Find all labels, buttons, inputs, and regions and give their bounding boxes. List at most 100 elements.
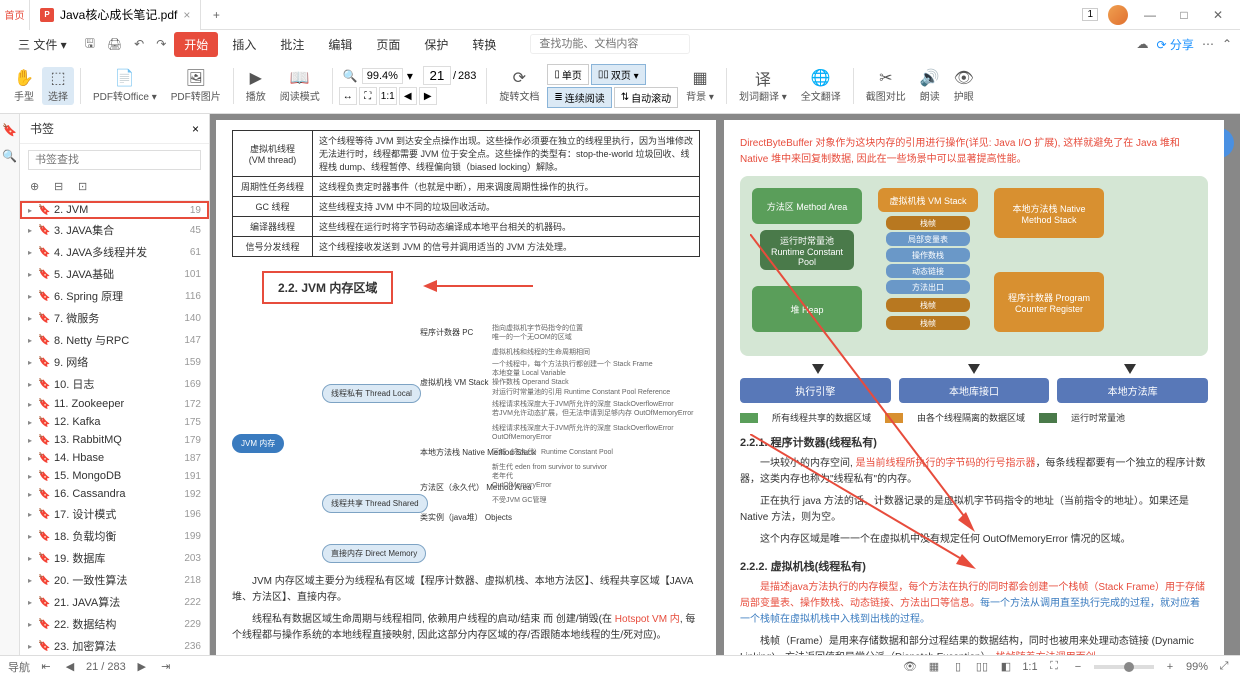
status-zoom-in-icon[interactable]: + — [1162, 659, 1178, 675]
menu-search-input[interactable] — [530, 34, 690, 54]
sidebar-close-icon[interactable]: × — [192, 122, 199, 136]
zoom-dropdown-icon[interactable]: ▾ — [407, 69, 413, 83]
zoom-slider[interactable] — [1094, 665, 1154, 669]
tool-hand[interactable]: ✋手型 — [8, 67, 40, 105]
menu-collapse-icon[interactable]: ⌃ — [1222, 37, 1232, 51]
tool-play[interactable]: ▶播放 — [240, 67, 272, 105]
bookmark-item[interactable]: ▸🔖15. MongoDB191 — [20, 467, 209, 485]
zoom-value[interactable]: 99.4% — [362, 68, 403, 84]
bookmark-item[interactable]: ▸🔖19. 数据库203 — [20, 547, 209, 569]
tool-read-aloud[interactable]: 🔊朗读 — [914, 67, 946, 105]
tool-translate-word[interactable]: 译划词翻译 ▾ — [733, 67, 793, 105]
minimize-button[interactable]: — — [1138, 3, 1162, 27]
tool-single-page[interactable]: ▯ 单页 — [547, 64, 589, 85]
bookmark-add-icon[interactable]: ⊕ — [30, 180, 46, 196]
bookmark-item[interactable]: ▸🔖3. JAVA集合45 — [20, 219, 209, 241]
menu-redo-icon[interactable]: ↷ — [152, 37, 170, 51]
status-prev-page-icon[interactable]: ◀ — [62, 659, 78, 675]
bookmark-item[interactable]: ▸🔖5. JAVA基础101 — [20, 263, 209, 285]
status-zoom-value[interactable]: 99% — [1186, 661, 1208, 673]
status-zoom-out-icon[interactable]: − — [1070, 659, 1086, 675]
file-tab[interactable]: P Java核心成长笔记.pdf × — [30, 0, 201, 30]
maximize-button[interactable]: □ — [1172, 3, 1196, 27]
bookmark-item[interactable]: ▸🔖8. Netty 与RPC147 — [20, 329, 209, 351]
tool-screenshot-compare[interactable]: ✂截图对比 — [860, 67, 912, 105]
bookmark-search-input[interactable] — [28, 150, 201, 170]
home-tab[interactable]: 首页 — [0, 0, 30, 30]
tool-eye-protect[interactable]: 👁护眼 — [948, 67, 980, 105]
bookmark-item[interactable]: ▸🔖18. 负载均衡199 — [20, 525, 209, 547]
bookmark-expand-icon[interactable]: ⊟ — [54, 180, 70, 196]
menu-print-icon[interactable]: 🖨 — [103, 37, 126, 51]
bookmark-item[interactable]: ▸🔖14. Hbase187 — [20, 449, 209, 467]
zoom-reset-icon[interactable]: 1:1 — [379, 87, 397, 105]
bookmark-page: 203 — [184, 553, 201, 564]
status-next-page-icon[interactable]: ▶ — [134, 659, 150, 675]
fit-page-icon[interactable]: ⛶ — [359, 87, 377, 105]
status-last-page-icon[interactable]: ⇥ — [158, 659, 174, 675]
bookmark-item[interactable]: ▸🔖22. 数据结构229 — [20, 613, 209, 635]
bookmark-item[interactable]: ▸🔖11. Zookeeper172 — [20, 395, 209, 413]
close-button[interactable]: ✕ — [1206, 3, 1230, 27]
tool-continuous[interactable]: ≣ 连续阅读 — [547, 87, 611, 108]
rail-bookmark-icon[interactable]: 🔖 — [2, 122, 18, 138]
tab-close-icon[interactable]: × — [183, 8, 190, 22]
tool-rotate[interactable]: ⟳旋转文档 — [493, 67, 545, 105]
new-tab-button[interactable]: + — [201, 8, 231, 22]
menu-annotate[interactable]: 批注 — [270, 32, 314, 57]
tool-auto-scroll[interactable]: ⇅ 自动滚动 — [614, 87, 678, 108]
status-view4-icon[interactable]: ▯▯ — [974, 659, 990, 675]
menu-insert[interactable]: 插入 — [222, 32, 266, 57]
menu-undo-icon[interactable]: ↶ — [130, 37, 148, 51]
status-fit2-icon[interactable]: ⛶ — [1046, 659, 1062, 675]
status-view2-icon[interactable]: ▦ — [926, 659, 942, 675]
rail-search-icon[interactable]: 🔍 — [2, 148, 18, 164]
tool-pdf-office[interactable]: 📄PDF转Office ▾ — [87, 67, 163, 105]
tool-background[interactable]: ▦背景 ▾ — [680, 67, 720, 105]
bookmark-item[interactable]: ▸🔖12. Kafka175 — [20, 413, 209, 431]
bookmark-item[interactable]: ▸🔖10. 日志169 — [20, 373, 209, 395]
share-button[interactable]: ⟳ 分享 — [1157, 36, 1194, 53]
page-current-input[interactable] — [423, 66, 451, 85]
bookmark-item[interactable]: ▸🔖16. Cassandra192 — [20, 485, 209, 503]
status-view1-icon[interactable]: 👁 — [902, 659, 918, 675]
bookmark-item[interactable]: ▸🔖2. JVM19 — [20, 201, 209, 219]
zoom-out-icon[interactable]: 🔍 — [343, 69, 358, 83]
bookmark-icon: 🔖 — [38, 553, 50, 564]
next-page-icon[interactable]: ▶ — [419, 87, 437, 105]
tool-select[interactable]: ⬚选择 — [42, 67, 74, 105]
menu-page[interactable]: 页面 — [366, 32, 410, 57]
menu-edit[interactable]: 编辑 — [318, 32, 362, 57]
menu-protect[interactable]: 保护 — [414, 32, 458, 57]
bookmark-item[interactable]: ▸🔖6. Spring 原理116 — [20, 285, 209, 307]
menu-file[interactable]: 三 文件 ▾ — [8, 32, 77, 57]
bookmark-collapse-icon[interactable]: ⊡ — [78, 180, 94, 196]
status-fit-icon[interactable]: 1:1 — [1022, 659, 1038, 675]
tab-count-badge[interactable]: 1 — [1082, 8, 1098, 21]
status-expand-icon[interactable]: ⤢ — [1216, 659, 1232, 675]
bookmark-item[interactable]: ▸🔖13. RabbitMQ179 — [20, 431, 209, 449]
menu-more-icon[interactable]: ⋯ — [1202, 37, 1214, 51]
menu-start[interactable]: 开始 — [174, 32, 218, 57]
bookmark-item[interactable]: ▸🔖23. 加密算法236 — [20, 635, 209, 655]
menu-save-icon[interactable]: 🖫 — [81, 34, 99, 55]
tool-double-page[interactable]: ▯▯ 双页 ▾ — [591, 64, 646, 85]
cloud-icon[interactable]: ☁ — [1137, 37, 1149, 51]
tool-pdf-image[interactable]: 🖼PDF转图片 — [165, 67, 227, 105]
fit-width-icon[interactable]: ↔ — [339, 87, 357, 105]
tool-full-translate[interactable]: 🌐全文翻译 — [795, 67, 847, 105]
user-avatar[interactable] — [1108, 5, 1128, 25]
bookmark-item[interactable]: ▸🔖9. 网络159 — [20, 351, 209, 373]
bookmark-item[interactable]: ▸🔖20. 一致性算法218 — [20, 569, 209, 591]
bookmark-item[interactable]: ▸🔖17. 设计模式196 — [20, 503, 209, 525]
tool-read-mode[interactable]: 📖阅读模式 — [274, 67, 326, 105]
menu-convert[interactable]: 转换 — [462, 32, 506, 57]
prev-page-icon[interactable]: ◀ — [399, 87, 417, 105]
bookmark-item[interactable]: ▸🔖7. 微服务140 — [20, 307, 209, 329]
bookmark-item[interactable]: ▸🔖4. JAVA多线程并发61 — [20, 241, 209, 263]
status-first-page-icon[interactable]: ⇤ — [38, 659, 54, 675]
bookmark-item[interactable]: ▸🔖21. JAVA算法222 — [20, 591, 209, 613]
status-view5-icon[interactable]: ◧ — [998, 659, 1014, 675]
document-viewport[interactable]: ✦ 虚拟机线程(VM thread)这个线程等待 JVM 到达安全点操作出现。这… — [210, 114, 1240, 655]
status-view3-icon[interactable]: ▯ — [950, 659, 966, 675]
